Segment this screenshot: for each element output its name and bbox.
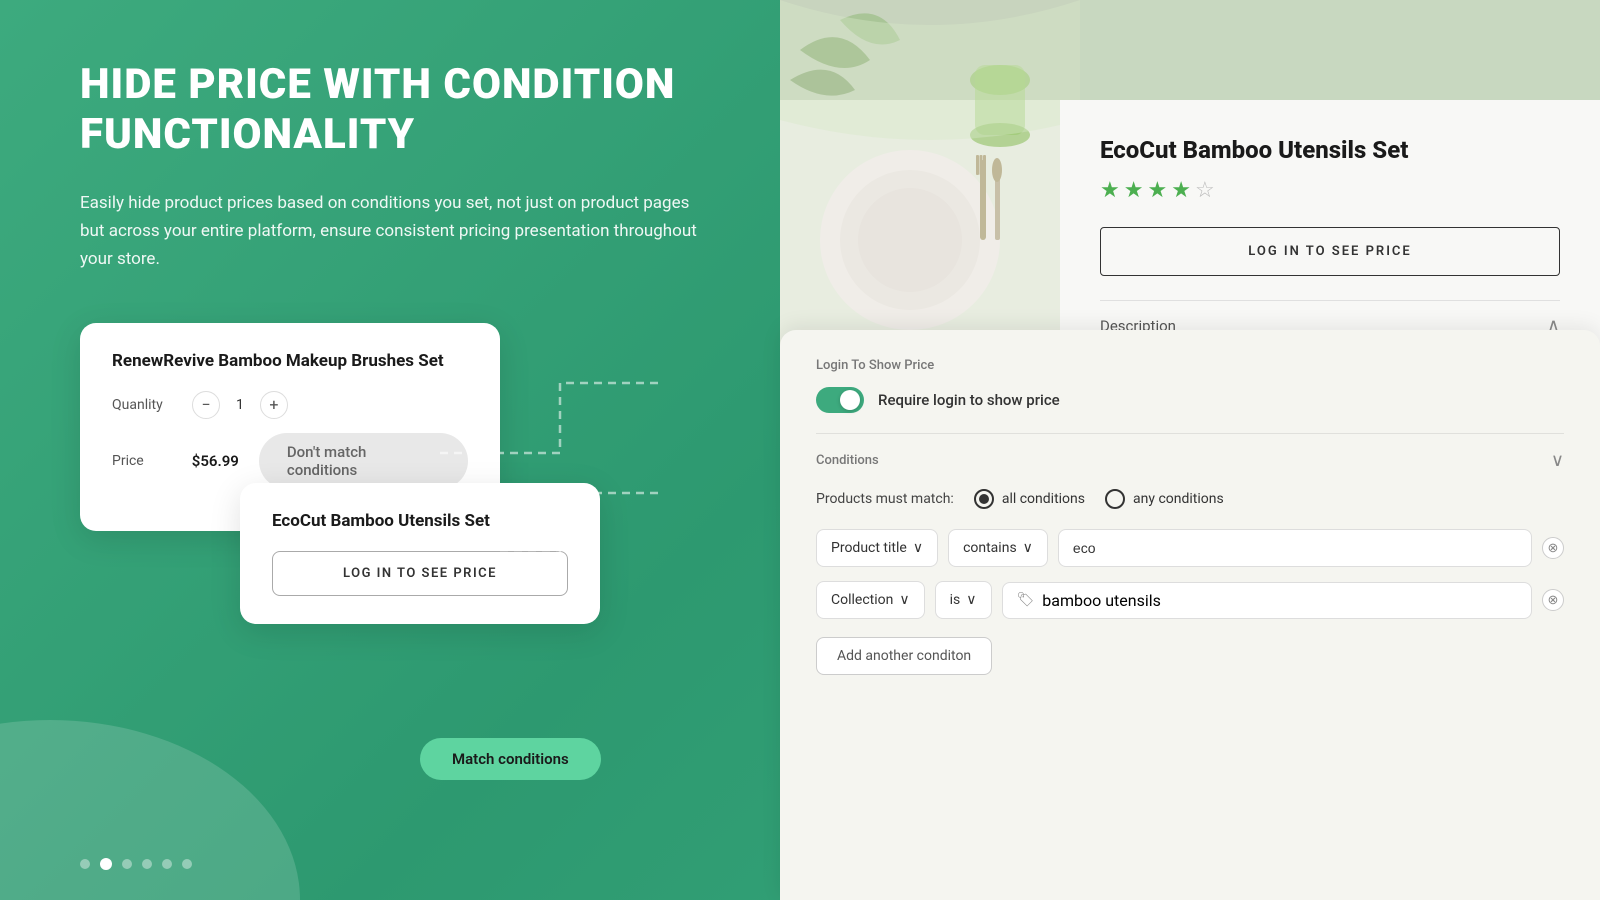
connector-lines	[440, 373, 660, 553]
condition-1-operator-select[interactable]: contains ∨	[948, 529, 1048, 567]
quantity-decrease-btn[interactable]: −	[192, 391, 220, 419]
product-card-1-title: RenewRevive Bamboo Makeup Brushes Set	[112, 351, 468, 371]
require-login-toggle[interactable]	[816, 387, 864, 413]
condition-2-operator-label: is	[950, 592, 961, 608]
star-5: ☆	[1195, 178, 1215, 203]
product-image	[780, 0, 1080, 380]
any-conditions-option[interactable]: any conditions	[1105, 489, 1224, 509]
star-2: ★	[1124, 178, 1144, 203]
dot-4[interactable]	[162, 859, 172, 869]
main-container: HIDE PRICE WITH CONDITION FUNCTIONALITY …	[0, 0, 1600, 900]
condition-2-operator-chevron: ∨	[966, 592, 976, 608]
price-label: Price	[112, 453, 192, 469]
login-to-show-label: Login to show price	[816, 358, 1564, 373]
tag-icon: 🏷	[1017, 592, 1035, 608]
condition-2-remove-btn[interactable]: ⊗	[1542, 589, 1564, 611]
product-card-2-login-btn[interactable]: LOG IN TO SEE PRICE	[272, 551, 568, 596]
match-conditions-badge: Match conditions	[420, 738, 601, 780]
all-conditions-radio[interactable]	[974, 489, 994, 509]
dont-match-badge: Don't match conditions	[259, 433, 468, 489]
condition-1-operator-chevron: ∨	[1023, 540, 1033, 556]
condition-2-field-select[interactable]: Collection ∨	[816, 581, 925, 619]
dot-0[interactable]	[80, 859, 90, 869]
quantity-controls: − 1 +	[192, 391, 288, 419]
products-must-match-label: Products must match:	[816, 491, 954, 507]
all-conditions-radio-dot	[979, 494, 989, 504]
any-conditions-radio[interactable]	[1105, 489, 1125, 509]
conditions-title: Conditions	[816, 453, 879, 468]
dot-3[interactable]	[142, 859, 152, 869]
condition-2-operator-select[interactable]: is ∨	[935, 581, 992, 619]
toggle-row: Require login to show price	[816, 387, 1564, 413]
conditions-chevron-icon[interactable]: ∨	[1551, 450, 1564, 471]
panel-product-title: EcoCut Bamboo Utensils Set	[1100, 136, 1560, 164]
condition-2-tag-input[interactable]: 🏷 bamboo utensils	[1002, 582, 1533, 619]
all-conditions-option[interactable]: all conditions	[974, 489, 1085, 509]
match-options: all conditions any conditions	[974, 489, 1224, 509]
condition-1-field-select[interactable]: Product title ∨	[816, 529, 938, 567]
star-1: ★	[1100, 178, 1120, 203]
hero-title: HIDE PRICE WITH CONDITION FUNCTIONALITY	[80, 60, 700, 161]
panel-login-btn[interactable]: LOG IN TO SEE PRICE	[1100, 227, 1560, 276]
conditions-header: Conditions ∨	[816, 450, 1564, 471]
price-value: $56.99	[192, 452, 239, 470]
condition-row-2: Collection ∨ is ∨ 🏷 bamboo utensils ⊗	[816, 581, 1564, 619]
conditions-panel: Login to show price Require login to sho…	[780, 330, 1600, 900]
condition-1-remove-btn[interactable]: ⊗	[1542, 537, 1564, 559]
dot-2[interactable]	[122, 859, 132, 869]
star-4: ★	[1171, 178, 1191, 203]
condition-2-field-label: Collection	[831, 592, 893, 608]
all-conditions-label: all conditions	[1002, 491, 1085, 507]
condition-1-field-chevron: ∨	[913, 540, 923, 556]
condition-2-value-label: bamboo utensils	[1042, 591, 1161, 610]
left-section: HIDE PRICE WITH CONDITION FUNCTIONALITY …	[0, 0, 780, 900]
dot-1[interactable]	[100, 858, 112, 870]
quantity-increase-btn[interactable]: +	[260, 391, 288, 419]
dot-5[interactable]	[182, 859, 192, 869]
condition-1-field-label: Product title	[831, 540, 907, 556]
add-condition-btn[interactable]: Add another conditon	[816, 637, 992, 675]
stars-row: ★ ★ ★ ★ ☆	[1100, 178, 1560, 203]
star-3: ★	[1147, 178, 1167, 203]
quantity-row: Quanlity − 1 +	[112, 391, 468, 419]
condition-1-operator-label: contains	[963, 540, 1017, 556]
right-section: EcoCut Bamboo Utensils Set ★ ★ ★ ★ ☆ LOG…	[780, 0, 1600, 900]
any-conditions-label: any conditions	[1133, 491, 1224, 507]
toggle-knob	[840, 390, 860, 410]
condition-2-field-chevron: ∨	[899, 592, 909, 608]
pagination-dots	[80, 858, 192, 870]
conditions-divider	[816, 433, 1564, 434]
products-must-match-row: Products must match: all conditions any …	[816, 489, 1564, 509]
quantity-label: Quanlity	[112, 397, 192, 413]
price-row: Price $56.99 Don't match conditions	[112, 433, 468, 489]
toggle-label: Require login to show price	[878, 391, 1060, 409]
condition-1-value-input[interactable]	[1058, 529, 1532, 567]
hero-description: Easily hide product prices based on cond…	[80, 189, 700, 273]
condition-row-1: Product title ∨ contains ∨ ⊗	[816, 529, 1564, 567]
product-cards-area: RenewRevive Bamboo Makeup Brushes Set Qu…	[80, 323, 700, 840]
quantity-value: 1	[236, 397, 244, 413]
